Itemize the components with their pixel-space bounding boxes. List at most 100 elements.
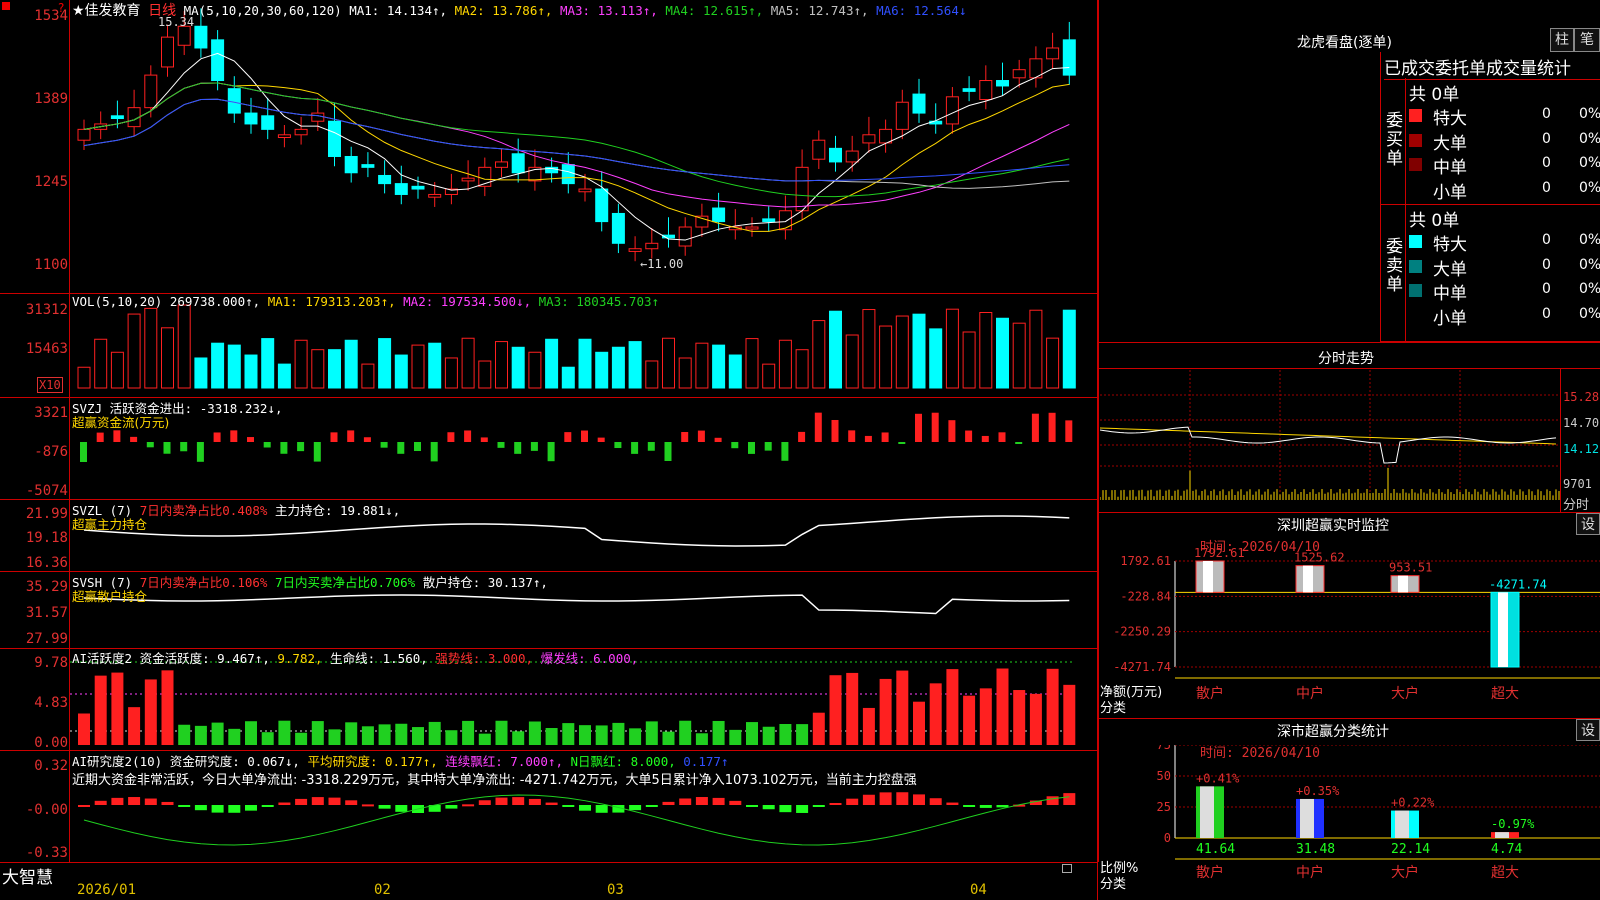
flow-bar: [230, 430, 238, 442]
pen-button[interactable]: 笔: [1574, 28, 1600, 52]
candle-body: [895, 101, 909, 130]
active-bar: [662, 731, 675, 745]
active-bar: [345, 722, 358, 745]
active-bar: [128, 707, 141, 745]
intraday-ytick: 14.70: [1563, 416, 1600, 430]
active-bar: [729, 729, 742, 745]
active-bar: [1013, 690, 1026, 745]
row-pct: 0%: [1579, 130, 1600, 147]
flow-bar: [597, 437, 605, 442]
volume-bar: [595, 351, 609, 389]
buy-total: 共 0单: [1409, 85, 1460, 105]
category-label: 大户: [1391, 864, 1419, 881]
research-bar: [512, 797, 525, 805]
active-bar: [178, 724, 191, 745]
volume-bar: [428, 342, 442, 389]
volume-bar: [862, 309, 876, 389]
lhb-tabs[interactable]: 已成交委托单成交量统计: [1384, 54, 1600, 80]
flow-bar: [330, 432, 338, 442]
research-bar: [979, 805, 992, 808]
row-pct: 0%: [1579, 232, 1600, 248]
active-bar: [311, 721, 324, 745]
flow-bar: [1015, 442, 1023, 444]
row-name: 特大: [1433, 109, 1467, 129]
bar-button[interactable]: 柱: [1550, 28, 1574, 52]
active-bar: [412, 727, 424, 745]
category-label: 散户: [1196, 864, 1224, 881]
active-bar: [445, 730, 458, 745]
flow-bar: [664, 442, 672, 461]
research-bar: [495, 797, 508, 805]
volume-bar: [444, 357, 458, 389]
row-swatch: [1409, 133, 1422, 147]
flow-bar: [1065, 420, 1073, 442]
svzl-subtitle: 超赢主力持仓: [72, 517, 148, 532]
bar-highlight: [1498, 592, 1508, 667]
brand: 大智慧: [2, 868, 53, 888]
flow-bar: [697, 430, 705, 442]
flow-bar: [380, 442, 388, 448]
buy-row: 中单 0 0%: [1409, 153, 1600, 178]
row-swatch: [1409, 158, 1422, 171]
research-bar: [862, 794, 875, 805]
candle-body: [428, 193, 442, 198]
active-bar: [963, 695, 976, 745]
bar-highlight: [1300, 798, 1314, 838]
flow-bar: [731, 442, 739, 449]
flow-bar: [898, 442, 906, 444]
sz-class-chart: 75 50 25 0 +0.41% 41.64 散户 +0.35% 31.48 中户 +0.22% 2…: [1157, 745, 1600, 881]
row-name: 大单: [1433, 259, 1467, 280]
volume-bar: [645, 360, 659, 389]
volume-bar: [478, 360, 492, 389]
research-bar: [746, 805, 758, 807]
candle-body: [862, 134, 876, 144]
settings-button-2[interactable]: 设: [1576, 719, 1600, 741]
research-bar: [946, 802, 959, 805]
sell-row: 特大 0 0%: [1409, 230, 1600, 255]
flow-bar: [614, 442, 622, 449]
research-bar: [846, 798, 859, 805]
flow-bar: [1031, 413, 1039, 442]
settings-button[interactable]: 设: [1576, 513, 1600, 535]
active-bar: [879, 678, 892, 745]
volume-bar: [678, 357, 692, 389]
volume-bar: [1062, 309, 1076, 389]
ytick: -2250.29: [1113, 625, 1171, 639]
flow-bar: [714, 437, 722, 442]
consecutive-red-value: 连续飘红: 7.000↑,: [445, 754, 563, 769]
svsh-subtitle: 超赢散户持仓: [72, 589, 148, 604]
research-bar: [128, 797, 141, 805]
buy-orders-label: 委买单: [1386, 111, 1403, 169]
candle-body: [712, 207, 726, 223]
flow-bar: [180, 442, 188, 452]
flow-bar: [948, 420, 956, 442]
row-pct: 0%: [1579, 281, 1600, 297]
row-swatch: [1409, 308, 1422, 322]
flow-bar: [748, 442, 755, 454]
vol-value: 269738.000↑,: [169, 294, 261, 309]
sell-row: 中单 0 0%: [1409, 279, 1600, 304]
lock-icon[interactable]: [1062, 864, 1072, 873]
stock-name[interactable]: ★佳发教育: [72, 3, 141, 19]
volume-bar: [77, 366, 91, 389]
volume-bar: [778, 339, 792, 389]
flow-bar: [464, 430, 472, 442]
volume-bar: [294, 339, 308, 389]
candle-body: [110, 115, 124, 120]
active-bar: [712, 720, 725, 745]
candle-body: [695, 215, 709, 228]
research-bar: [278, 802, 291, 805]
value-label: 31.48: [1296, 842, 1335, 857]
volume-bar: [94, 338, 108, 389]
research-bar: [178, 805, 191, 807]
candle-body: [378, 174, 392, 185]
sell-total: 共 0单: [1409, 211, 1460, 231]
volume-bar: [161, 327, 174, 389]
high-label: 15.34: [158, 15, 195, 29]
volume-bar: [795, 349, 809, 389]
flow-bar: [347, 430, 355, 442]
candle-body: [394, 183, 408, 195]
volume-bar: [495, 341, 508, 389]
active-bar: [829, 675, 842, 745]
ytick: 50: [1157, 769, 1171, 783]
